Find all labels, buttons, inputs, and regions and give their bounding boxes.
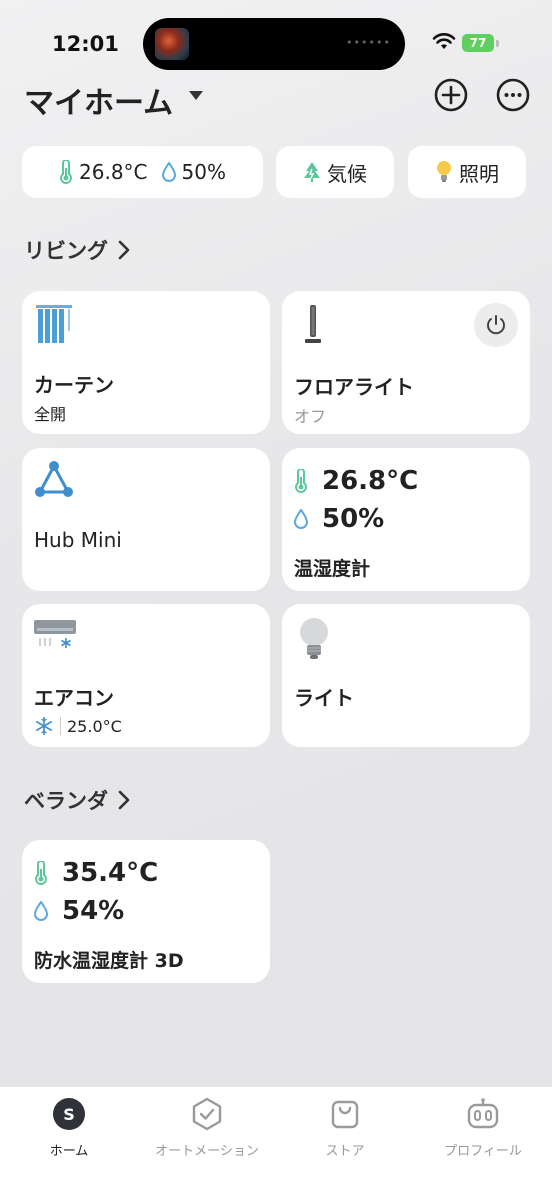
humidity-drop-icon <box>294 509 308 529</box>
temperature-value: 35.4°C <box>62 858 159 888</box>
device-name: エアコン <box>34 686 114 710</box>
humidity-value: 50% <box>322 504 385 534</box>
status-bar: 12:01 •••••• 77 <box>0 0 552 80</box>
temperature-value: 26.8°C <box>322 466 419 496</box>
tab-label: ホーム <box>49 1144 89 1159</box>
tab-label: オートメーション <box>155 1144 259 1159</box>
tab-label: ストア <box>325 1144 365 1159</box>
thermometer-icon <box>60 160 72 184</box>
device-status: オフ <box>294 407 327 426</box>
more-options-button[interactable] <box>496 78 530 112</box>
floor-lamp-icon <box>305 305 321 343</box>
thermometer-icon <box>295 469 307 493</box>
environment-summary-chip[interactable]: 26.8°C 50% <box>22 146 263 198</box>
home-tab-icon: S <box>52 1097 86 1131</box>
device-name: 温湿度計 <box>294 558 371 580</box>
device-name: フロアライト <box>294 375 414 399</box>
device-card-air-conditioner[interactable]: エアコン 25.0°C <box>22 604 270 747</box>
shopping-bag-icon <box>331 1100 359 1129</box>
battery-indicator: 77 <box>462 34 494 52</box>
room-title: ベランダ <box>24 789 108 813</box>
chevron-right-icon <box>118 790 130 810</box>
tab-automation[interactable]: オートメーション <box>138 1097 276 1167</box>
battery-tip <box>496 40 499 47</box>
caret-down-icon[interactable] <box>188 90 204 102</box>
humidity-reading: 50% <box>294 504 384 534</box>
home-header: マイホーム <box>24 76 532 122</box>
automation-check-icon <box>192 1097 222 1131</box>
humidity-drop-icon <box>161 162 176 182</box>
curtain-icon <box>36 305 72 343</box>
bottom-tab-bar: S ホーム オートメーション ストア プロフィール <box>0 1086 552 1200</box>
climate-label: 気候 <box>327 161 367 186</box>
add-device-button[interactable] <box>434 78 468 112</box>
thermometer-icon <box>35 861 47 885</box>
device-card-curtain[interactable]: カーテン 全開 <box>22 291 270 434</box>
tab-label: プロフィール <box>444 1144 522 1159</box>
robot-profile-icon <box>467 1098 499 1129</box>
lightbulb-icon <box>300 618 328 659</box>
room-title: リビング <box>24 239 108 263</box>
aircon-mode-setting: 25.0°C <box>34 716 122 736</box>
tab-profile[interactable]: プロフィール <box>414 1097 552 1167</box>
device-status: 全開 <box>34 405 67 424</box>
lighting-chip[interactable]: 照明 <box>408 146 526 198</box>
summary-temperature: 26.8°C <box>79 160 148 184</box>
tab-home[interactable]: S ホーム <box>0 1097 138 1167</box>
device-name: カーテン <box>34 373 114 397</box>
lighting-label: 照明 <box>459 161 499 186</box>
device-card-floor-light[interactable]: フロアライト オフ <box>282 291 530 434</box>
chevron-right-icon <box>118 240 130 260</box>
power-toggle-button[interactable] <box>474 303 518 347</box>
audio-activity-indicator: •••••• <box>346 36 391 49</box>
dynamic-island[interactable]: •••••• <box>143 18 405 70</box>
tab-store[interactable]: ストア <box>276 1097 414 1167</box>
device-card-hub-mini[interactable]: Hub Mini <box>22 448 270 591</box>
tree-icon <box>304 162 320 182</box>
device-name: 防水温湿度計 3D <box>34 950 184 972</box>
device-card-waterproof-thermo-hygrometer[interactable]: 35.4°C 54% 防水温湿度計 3D <box>22 840 270 983</box>
lightbulb-icon <box>437 161 451 182</box>
temperature-reading: 26.8°C <box>294 466 418 496</box>
temperature-reading: 35.4°C <box>34 858 158 888</box>
power-icon <box>487 315 505 335</box>
room-header-balcony[interactable]: ベランダ <box>24 785 130 815</box>
humidity-value: 54% <box>62 896 125 926</box>
status-time: 12:01 <box>52 32 119 56</box>
climate-chip[interactable]: 気候 <box>276 146 394 198</box>
humidity-reading: 54% <box>34 896 124 926</box>
summary-humidity: 50% <box>181 160 226 184</box>
home-logo-icon: S <box>53 1098 85 1130</box>
home-selector-title[interactable]: マイホーム <box>24 78 173 122</box>
now-playing-artwork[interactable] <box>155 28 189 60</box>
wifi-icon <box>432 33 456 49</box>
device-card-light[interactable]: ライト <box>282 604 530 747</box>
air-conditioner-icon <box>34 620 76 648</box>
snowflake-icon <box>35 717 53 735</box>
aircon-set-temperature: 25.0°C <box>67 716 122 736</box>
device-card-thermo-hygrometer[interactable]: 26.8°C 50% 温湿度計 <box>282 448 530 591</box>
hub-icon <box>35 461 73 497</box>
humidity-drop-icon <box>34 901 48 921</box>
device-name: ライト <box>294 686 354 710</box>
room-header-living[interactable]: リビング <box>24 235 130 265</box>
device-name: Hub Mini <box>34 528 122 552</box>
